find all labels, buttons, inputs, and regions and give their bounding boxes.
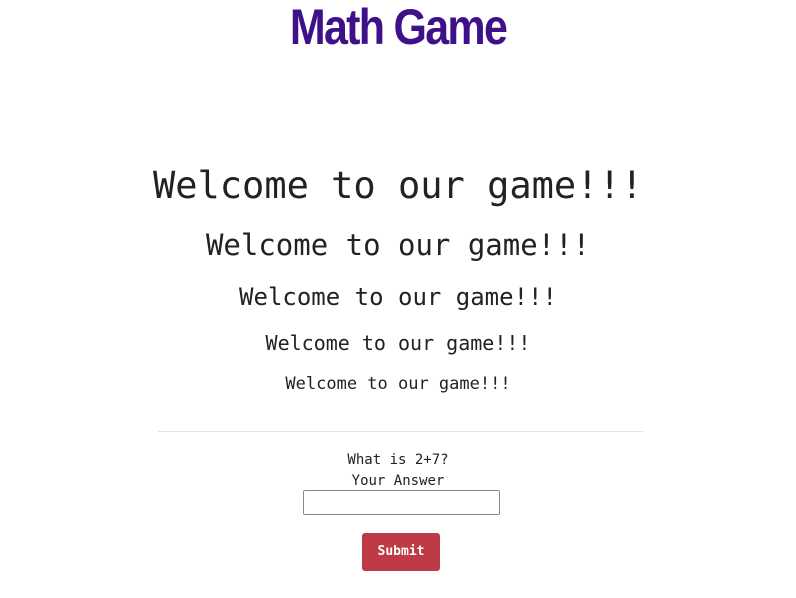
welcome-heading-3: Welcome to our game!!!	[239, 283, 557, 311]
welcome-heading-1: Welcome to our game!!!	[152, 164, 644, 207]
answer-input[interactable]	[303, 490, 500, 515]
divider	[158, 431, 643, 432]
submit-button[interactable]: Submit	[362, 533, 440, 571]
question-text: What is 2+7?	[347, 452, 449, 468]
welcome-heading-2: Welcome to our game!!!	[205, 228, 591, 262]
page-title: Math Game	[289, 0, 508, 55]
answer-label: Your Answer	[351, 473, 445, 489]
welcome-heading-5: Welcome to our game!!!	[285, 374, 511, 394]
welcome-heading-4: Welcome to our game!!!	[265, 331, 531, 355]
